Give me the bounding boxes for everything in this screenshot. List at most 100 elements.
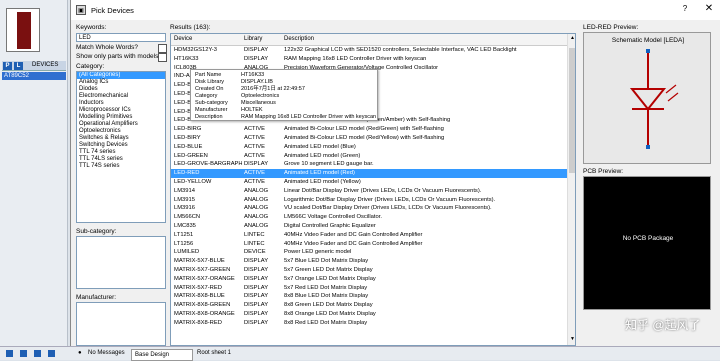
pcb-preview: No PCB Package xyxy=(583,176,711,310)
library-cell: ANALOG xyxy=(244,196,269,203)
category-item[interactable]: (All Categories) xyxy=(77,72,165,79)
device-cell: LED-BIRG xyxy=(174,126,202,133)
description-cell: Power LED generic model xyxy=(284,249,352,256)
subcategory-label: Sub-category: xyxy=(76,228,117,235)
category-item[interactable]: Operational Amplifiers xyxy=(77,121,165,128)
description-cell: 40MHz Video Fader and DC Gain Controlled… xyxy=(284,240,423,247)
device-list-item[interactable]: AT89C52 xyxy=(2,72,66,80)
table-row[interactable]: LED-BIRG ACTIVE Animated Bi-Colour LED mod… xyxy=(171,125,567,134)
table-row[interactable]: HDM32GS12Y-3 DISPLAY 122x32 Graphical LCD … xyxy=(171,46,567,55)
pause-icon[interactable] xyxy=(34,350,41,357)
status-bar: ● No Messages Base Design Root sheet 1 xyxy=(0,346,720,361)
device-cell: LT1251 xyxy=(174,231,194,238)
column-header-description[interactable]: Description xyxy=(284,36,567,42)
table-row[interactable]: MATRIX-8X8-RED DISPLAY 8x8 Red LED Dot Mat… xyxy=(171,319,567,328)
stop-icon[interactable] xyxy=(48,350,55,357)
tooltip-value: HOLTEK xyxy=(241,107,263,113)
tooltip-row: Manufacturer HOLTEK xyxy=(195,107,263,114)
table-row[interactable]: LM3916 ANALOG VU scaled Dot/Bar Display Dr… xyxy=(171,204,567,213)
category-item[interactable]: Analog ICs xyxy=(77,79,165,86)
library-cell: DISPLAY xyxy=(244,258,269,265)
table-row[interactable]: MATRIX-8X8-BLUE DISPLAY 8x8 Blue LED Dot M… xyxy=(171,292,567,301)
device-cell: MATRIX-8X8-GREEN xyxy=(174,302,231,309)
tooltip-row: Part Name HT16K33 xyxy=(195,72,264,79)
column-header-device[interactable]: Device xyxy=(174,36,242,42)
table-row[interactable]: MATRIX-8X8-ORANGE DISPLAY 8x8 Orange LED D… xyxy=(171,310,567,319)
category-item[interactable]: Modelling Primitives xyxy=(77,114,165,121)
table-row[interactable]: LMC835 ANALOG Digital Controlled Graphic E… xyxy=(171,222,567,231)
library-button[interactable]: L xyxy=(14,62,23,70)
scroll-thumb[interactable] xyxy=(569,48,575,173)
table-row[interactable]: LM3914 ANALOG Linear Dot/Bar Display Drive… xyxy=(171,187,567,196)
table-row[interactable]: LT1251 LINTEC 40MHz Video Fader and DC Gai… xyxy=(171,231,567,240)
device-cell: MATRIX-5X7-ORANGE xyxy=(174,275,235,282)
category-item[interactable]: TTL 74LS series xyxy=(77,156,165,163)
table-row[interactable]: LT1256 LINTEC 40MHz Video Fader and DC Gai… xyxy=(171,240,567,249)
category-list[interactable]: (All Categories) Analog ICs Diodes Electrom… xyxy=(76,71,166,223)
category-item[interactable]: Optoelectronics xyxy=(77,128,165,135)
table-row[interactable]: LUMILED DEVICE Power LED generic model xyxy=(171,248,567,257)
category-item[interactable]: Inductors xyxy=(77,100,165,107)
results-scrollbar[interactable]: ▲ ▼ xyxy=(567,34,575,345)
library-cell: ACTIVE xyxy=(244,170,265,177)
table-row[interactable]: LED-GREEN ACTIVE Animated LED model (Green… xyxy=(171,152,567,161)
table-row[interactable]: LED-RED ACTIVE Animated LED model (Red) xyxy=(171,169,567,178)
table-row[interactable]: MATRIX-5X7-GREEN DISPLAY 5x7 Green LED Dot… xyxy=(171,266,567,275)
close-button[interactable]: ✕ xyxy=(703,3,715,15)
match-whole-words-checkbox[interactable] xyxy=(158,44,167,53)
category-item[interactable]: Microprocessor ICs xyxy=(77,107,165,114)
library-cell: DISPLAY xyxy=(244,284,269,291)
device-cell: LED-GROVE-BARGRAPH xyxy=(174,161,242,168)
keywords-label: Keywords: xyxy=(76,24,107,31)
step-icon[interactable] xyxy=(20,350,27,357)
watermark: 知乎 @起风了 xyxy=(625,318,701,332)
category-item[interactable]: Diodes xyxy=(77,86,165,93)
tooltip-value: DISPLAY.LIB xyxy=(241,79,273,85)
pick-devices-button[interactable]: P xyxy=(3,62,12,70)
messages-status[interactable]: No Messages xyxy=(88,350,125,356)
table-row[interactable]: LED-BIRY ACTIVE Animated Bi-Colour LED mod… xyxy=(171,134,567,143)
description-cell: 5x7 Blue LED Dot Matrix Display xyxy=(284,258,369,265)
table-row[interactable]: HT16K33 DISPLAY RAM Mapping 16x8 LED Contr… xyxy=(171,55,567,64)
pick-devices-dialog: ▣ Pick Devices ? ✕ Keywords: LED Match W… xyxy=(70,0,720,346)
play-icon[interactable] xyxy=(6,350,13,357)
results-label: Results (163): xyxy=(170,24,211,31)
design-select[interactable]: Base Design xyxy=(131,349,193,361)
description-cell: 5x7 Orange LED Dot Matrix Display xyxy=(284,275,376,282)
library-cell: DISPLAY xyxy=(244,293,269,300)
category-item[interactable]: Switches & Relays xyxy=(77,135,165,142)
subcategory-list[interactable] xyxy=(76,236,166,289)
manufacturer-list[interactable] xyxy=(76,302,166,346)
only-parts-models-checkbox[interactable] xyxy=(158,53,167,62)
description-cell: Animated LED model (Blue) xyxy=(284,143,356,150)
tooltip-key: Part Name xyxy=(195,72,222,78)
table-row[interactable]: LM566CN ANALOG LM566C Voltage Controlled O… xyxy=(171,213,567,222)
table-row[interactable]: LED-GROVE-BARGRAPH DISPLAY Grove 10 segmen… xyxy=(171,160,567,169)
description-cell: LM566C Voltage Controlled Oscillator. xyxy=(284,214,382,221)
description-cell: 5x7 Red LED Dot Matrix Display xyxy=(284,284,368,291)
only-parts-models-label: Show only parts with models? xyxy=(76,53,162,60)
tooltip-value: HT16K33 xyxy=(241,72,265,78)
category-item[interactable]: Electromechanical xyxy=(77,93,165,100)
table-row[interactable]: LM3915 ANALOG Logarithmic Dot/Bar Display … xyxy=(171,196,567,205)
scroll-up-icon[interactable]: ▲ xyxy=(569,35,575,43)
category-item[interactable]: TTL 74 series xyxy=(77,149,165,156)
info-icon: ● xyxy=(78,350,82,356)
table-row[interactable]: MATRIX-5X7-RED DISPLAY 5x7 Red LED Dot Mat… xyxy=(171,284,567,293)
device-cell: LED-RED xyxy=(174,170,200,177)
tooltip-key: Manufacturer xyxy=(195,107,228,113)
description-cell: Logarithmic Dot/Bar Display Driver (Driv… xyxy=(284,196,496,203)
help-button[interactable]: ? xyxy=(679,4,691,16)
keywords-input[interactable]: LED xyxy=(76,33,166,42)
table-row[interactable]: MATRIX-5X7-ORANGE DISPLAY 5x7 Orange LED D… xyxy=(171,275,567,284)
table-row[interactable]: MATRIX-8X8-GREEN DISPLAY 8x8 Green LED Dot… xyxy=(171,301,567,310)
column-header-library[interactable]: Library xyxy=(244,36,282,42)
table-row[interactable]: LED-YELLOW ACTIVE Animated LED model (Yell… xyxy=(171,178,567,187)
background-app-panel: PL DEVICES AT89C52 xyxy=(0,0,68,346)
table-row[interactable]: LED-BLUE ACTIVE Animated LED model (Blue) xyxy=(171,143,567,152)
category-item[interactable]: Switching Devices xyxy=(77,142,165,149)
scroll-down-icon[interactable]: ▼ xyxy=(569,336,575,344)
category-item[interactable]: TTL 74S series xyxy=(77,163,165,170)
description-cell: 8x8 Red LED Dot Matrix Display xyxy=(284,319,368,326)
table-row[interactable]: MATRIX-5X7-BLUE DISPLAY 5x7 Blue LED Dot M… xyxy=(171,257,567,266)
